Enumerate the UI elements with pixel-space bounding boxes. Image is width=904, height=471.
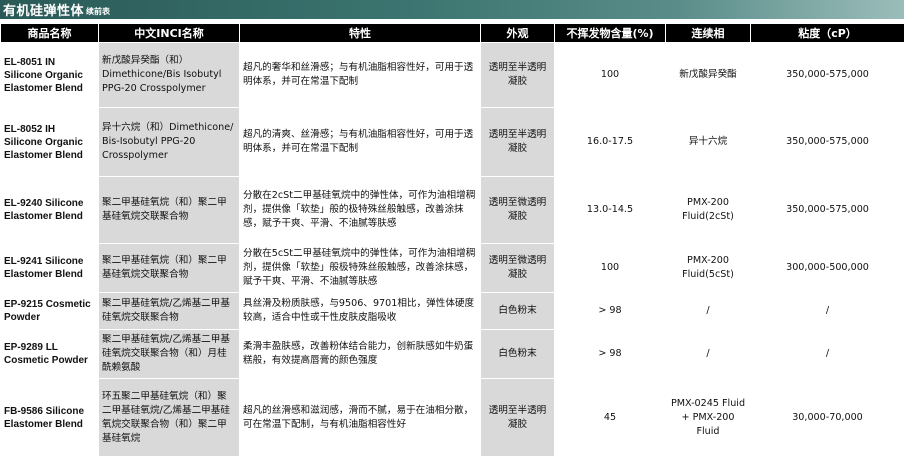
cell-viscosity: 30,000-70,000	[750, 378, 904, 457]
table-row: EL-9240 Silicone Elastomer Blend 聚二甲基硅氧烷…	[0, 176, 904, 244]
cell-appearance: 透明至半透明凝胶	[480, 378, 555, 457]
cell-product-name: EL-9240 Silicone Elastomer Blend	[0, 176, 99, 244]
cell-nonvolatile: 100	[554, 243, 666, 293]
cell-product-name: EL-8051 IN Silicone Organic Elastomer Bl…	[0, 42, 99, 108]
table-row: EL-8051 IN Silicone Organic Elastomer Bl…	[0, 42, 904, 108]
col-header-feature: 特性	[239, 23, 481, 43]
col-header-continuous: 连续相	[665, 23, 751, 43]
cell-continuous: 新戊酸异癸酯	[665, 42, 751, 108]
page-title: 有机硅弹性体	[3, 4, 85, 19]
cell-inci-name: 聚二甲基硅氧烷/乙烯基二甲基硅氧烷交联聚合物	[98, 292, 240, 330]
cell-continuous: PMX-200 Fluid(5cSt)	[665, 243, 751, 293]
cell-viscosity: 300,000-500,000	[750, 243, 904, 293]
cell-inci-name: 聚二甲基硅氧烷（和）聚二甲基硅氧烷交联聚合物	[98, 243, 240, 293]
cell-product-name: FB-9586 Silicone Elastomer Blend	[0, 378, 99, 457]
cell-feature: 具丝滑及粉质肤感，与9506、9701相比，弹性体硬度较高，适合中性或干性皮肤皮…	[239, 292, 481, 330]
product-table: 商品名称 中文INCI名称 特性 外观 不挥发物含量(%) 连续相 粘度（cP）…	[0, 23, 904, 457]
cell-appearance: 白色粉末	[480, 329, 555, 379]
cell-feature: 超凡的奢华和丝滑感；与有机油脂相容性好，可用于透明体系，并可在常温下配制	[239, 42, 481, 108]
table-row: EP-9289 LL Cosmetic Powder 聚二甲基硅氧烷/乙烯基二甲…	[0, 329, 904, 379]
cell-inci-name: 环五聚二甲基硅氧烷（和）聚二甲基硅氧烷/乙烯基二甲基硅氧烷交联聚合物（和）聚二甲…	[98, 378, 240, 457]
col-header-inci: 中文INCI名称	[98, 23, 240, 43]
cell-nonvolatile: 100	[554, 42, 666, 108]
cell-continuous: 异十六烷	[665, 107, 751, 177]
cell-inci-name: 异十六烷（和）Dimethicone/ Bis-Isobutyl PPG-20 …	[98, 107, 240, 177]
cell-feature: 柔滑丰盈肤感，改善粉体结合能力，创新肤感如牛奶蛋糕般，有效提高唇膏的颜色强度	[239, 329, 481, 379]
table-row: FB-9586 Silicone Elastomer Blend 环五聚二甲基硅…	[0, 378, 904, 457]
cell-product-name: EP-9289 LL Cosmetic Powder	[0, 329, 99, 379]
table-row: EL-9241 Silicone Elastomer Blend 聚二甲基硅氧烷…	[0, 243, 904, 293]
cell-continuous: /	[665, 292, 751, 330]
cell-nonvolatile: > 98	[554, 292, 666, 330]
col-header-name: 商品名称	[0, 23, 99, 43]
cell-nonvolatile: 13.0-14.5	[554, 176, 666, 244]
cell-viscosity: 350,000-575,000	[750, 176, 904, 244]
col-header-viscosity: 粘度（cP）	[750, 23, 904, 43]
cell-viscosity: 350,000-575,000	[750, 107, 904, 177]
cell-nonvolatile: 16.0-17.5	[554, 107, 666, 177]
cell-inci-name: 聚二甲基硅氧烷/乙烯基二甲基硅氧烷交联聚合物（和）月桂酰赖氨酸	[98, 329, 240, 379]
cell-feature: 超凡的丝滑感和滋润感，滑而不腻，易于在油相分散，可在常温下配制，与有机油脂相容性…	[239, 378, 481, 457]
cell-feature: 分散在2cSt二甲基硅氧烷中的弹性体，可作为油相增稠剂，提供像「软垫」般的极特殊…	[239, 176, 481, 244]
cell-viscosity: 350,000-575,000	[750, 42, 904, 108]
cell-nonvolatile: 45	[554, 378, 666, 457]
cell-appearance: 透明至半透明凝胶	[480, 107, 555, 177]
title-bar: 有机硅弹性体 续前表	[0, 0, 904, 19]
cell-appearance: 透明至微透明凝胶	[480, 176, 555, 244]
table-row: EP-9215 Cosmetic Powder 聚二甲基硅氧烷/乙烯基二甲基硅氧…	[0, 292, 904, 330]
table-row: EL-8052 IH Silicone Organic Elastomer Bl…	[0, 107, 904, 177]
col-header-appearance: 外观	[480, 23, 555, 43]
cell-continuous: PMX-0245 Fluid + PMX-200 Fluid	[665, 378, 751, 457]
cell-inci-name: 聚二甲基硅氧烷（和）聚二甲基硅氧烷交联聚合物	[98, 176, 240, 244]
cell-product-name: EL-8052 IH Silicone Organic Elastomer Bl…	[0, 107, 99, 177]
cell-nonvolatile: > 98	[554, 329, 666, 379]
cell-product-name: EP-9215 Cosmetic Powder	[0, 292, 99, 330]
page-subtitle: 续前表	[86, 6, 111, 16]
table-header-row: 商品名称 中文INCI名称 特性 外观 不挥发物含量(%) 连续相 粘度（cP）	[0, 23, 904, 43]
cell-appearance: 透明至微透明凝胶	[480, 243, 555, 293]
cell-appearance: 透明至半透明凝胶	[480, 42, 555, 108]
cell-feature: 超凡的清爽、丝滑感；与有机油脂相容性好，可用于透明体系，并可在常温下配制	[239, 107, 481, 177]
cell-viscosity: /	[750, 292, 904, 330]
col-header-nonvolatile: 不挥发物含量(%)	[554, 23, 666, 43]
cell-continuous: PMX-200 Fluid(2cSt)	[665, 176, 751, 244]
cell-feature: 分散在5cSt二甲基硅氧烷中的弹性体，可作为油相增稠剂，提供像「软垫」般极特殊丝…	[239, 243, 481, 293]
cell-viscosity: /	[750, 329, 904, 379]
cell-continuous: /	[665, 329, 751, 379]
cell-inci-name: 新戊酸异癸酯（和）Dimethicone/Bis Isobutyl PPG-20…	[98, 42, 240, 108]
cell-appearance: 白色粉末	[480, 292, 555, 330]
cell-product-name: EL-9241 Silicone Elastomer Blend	[0, 243, 99, 293]
